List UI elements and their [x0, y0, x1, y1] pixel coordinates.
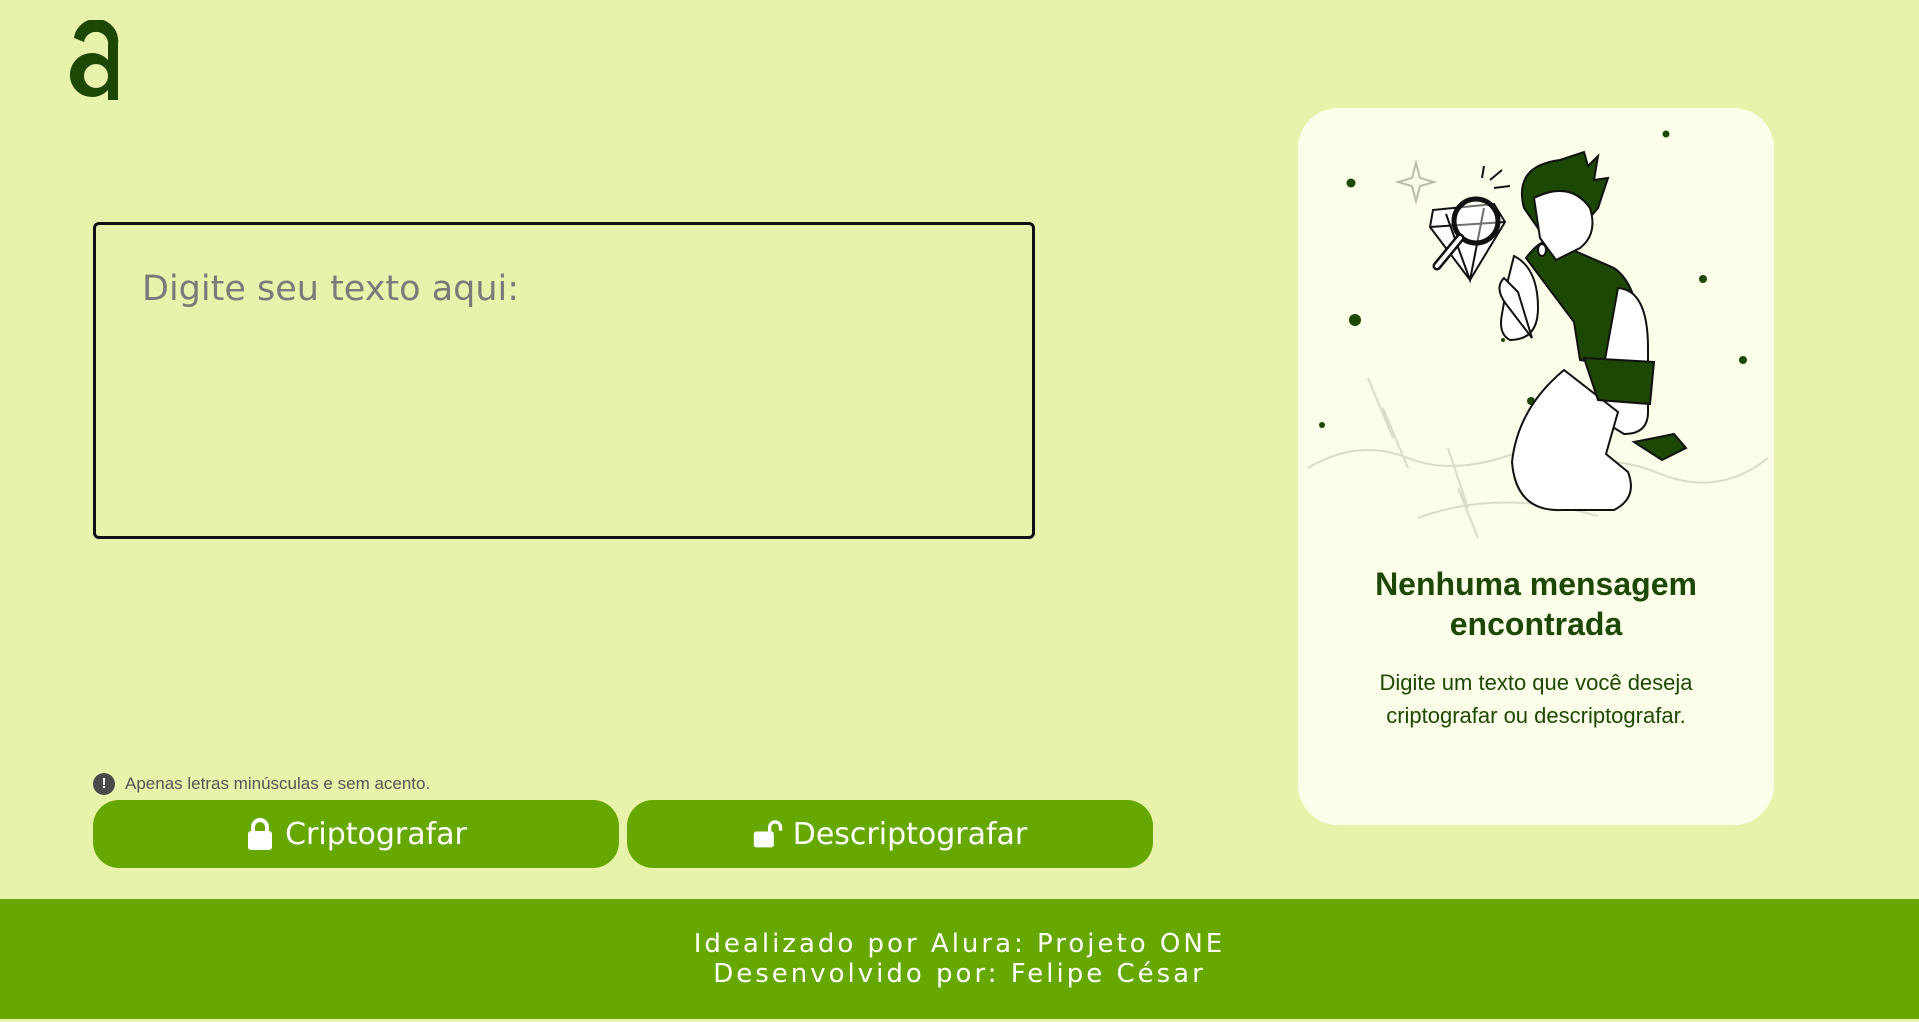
decrypt-button[interactable]: Descriptografar: [627, 800, 1153, 868]
footer: Idealizado por Alura: Projeto ONE Desenv…: [0, 899, 1919, 1019]
encrypt-label: Criptografar: [285, 816, 467, 852]
encrypt-button[interactable]: Criptografar: [93, 800, 619, 868]
exclamation-icon: !: [93, 773, 115, 795]
searching-person-illustration: [1307, 130, 1769, 539]
empty-state-description: Digite um texto que você deseja criptogr…: [1379, 670, 1693, 728]
lock-icon: [248, 818, 273, 850]
hint-text: Apenas letras minúsculas e sem acento.: [125, 774, 431, 793]
input-hint: ! Apenas letras minúsculas e sem acento.: [93, 772, 430, 796]
unlock-icon: [753, 820, 782, 848]
footer-line-2: Desenvolvido por: Felipe César: [713, 959, 1206, 989]
message-input[interactable]: [93, 222, 1035, 539]
footer-line-1: Idealizado por Alura: Projeto ONE: [693, 929, 1226, 959]
decrypt-label: Descriptografar: [792, 816, 1028, 852]
alura-logo-icon: [66, 18, 126, 104]
empty-state-title: Nenhuma mensagem encontrada: [1375, 566, 1697, 642]
output-panel: Nenhuma mensagem encontrada Digite um te…: [1298, 108, 1774, 825]
